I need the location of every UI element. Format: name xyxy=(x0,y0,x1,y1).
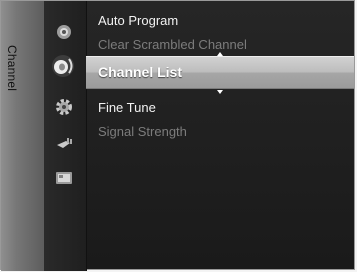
picture-icon[interactable] xyxy=(52,20,76,44)
menu-item-fine-tune[interactable]: Fine Tune xyxy=(98,100,156,116)
menu-item-channel-list[interactable]: Channel List xyxy=(86,56,354,89)
input-plug-icon[interactable] xyxy=(52,131,76,155)
menu-item-auto-program[interactable]: Auto Program xyxy=(98,13,178,29)
tv-menu-frame: Channel Auto Program Clear Scrambled Cha… xyxy=(0,0,355,271)
category-tab: Channel xyxy=(1,1,45,271)
category-label: Channel xyxy=(5,45,19,92)
channel-menu: Auto Program Clear Scrambled Channel Cha… xyxy=(86,1,354,269)
channel-antenna-icon[interactable] xyxy=(50,53,76,79)
application-icon[interactable] xyxy=(52,166,76,190)
menu-item-clear-scrambled-channel[interactable]: Clear Scrambled Channel xyxy=(98,37,247,53)
menu-item-signal-strength[interactable]: Signal Strength xyxy=(98,124,187,140)
setup-gear-icon[interactable] xyxy=(52,95,76,119)
category-icon-column xyxy=(44,1,87,271)
selected-item-label: Channel List xyxy=(98,64,183,80)
scroll-down-arrow-icon[interactable] xyxy=(217,90,223,94)
